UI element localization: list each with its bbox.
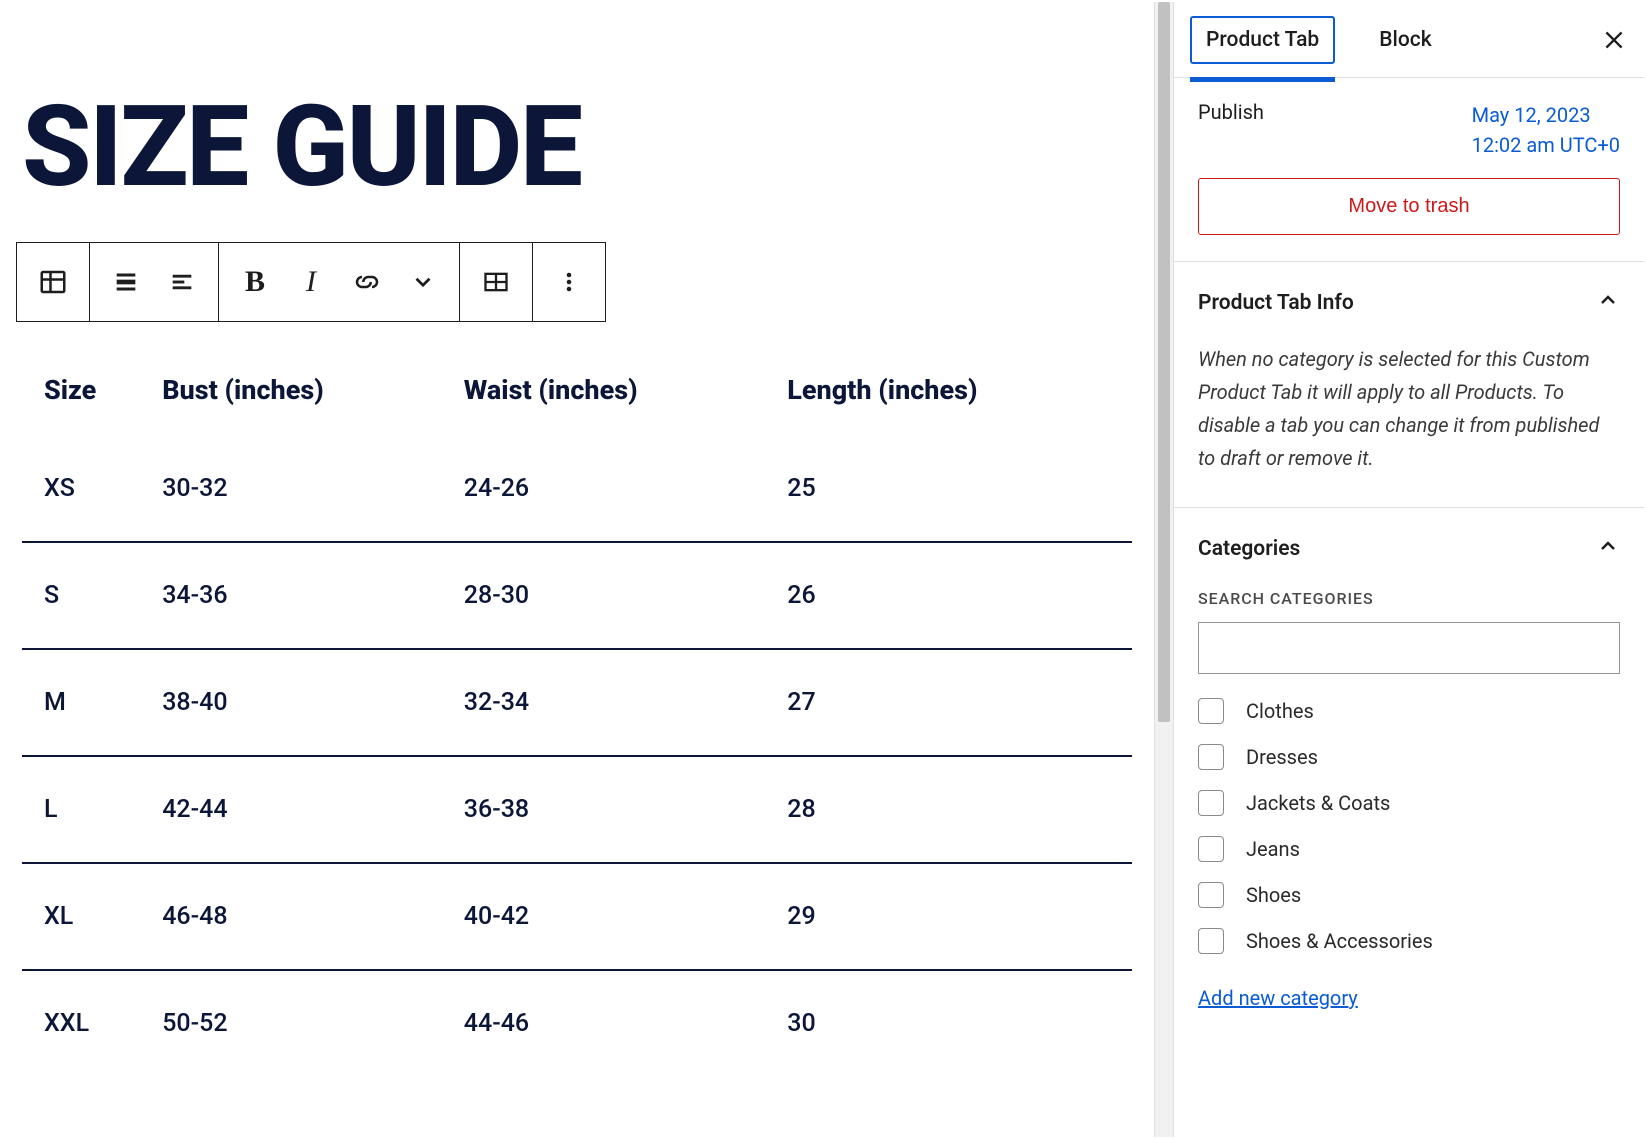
table-cell[interactable]: XS	[22, 436, 154, 542]
publish-date-button[interactable]: May 12, 2023 12:02 am UTC+0	[1472, 100, 1620, 160]
more-rich-text-icon[interactable]	[395, 254, 451, 310]
table-cell[interactable]: L	[22, 756, 154, 863]
category-list[interactable]: Clothes Dresses Jackets & Coats Jeans Shoes S…	[1198, 688, 1620, 964]
publish-date: May 12, 2023	[1472, 103, 1591, 127]
category-item[interactable]: Jackets & Coats	[1198, 780, 1610, 826]
table-cell[interactable]: 25	[779, 436, 1132, 542]
editor-canvas: SIZE GUIDE	[2, 2, 1154, 1137]
editor-scrollbar[interactable]	[1154, 2, 1174, 1137]
publish-label: Publish	[1198, 100, 1264, 124]
table-cell[interactable]: 28	[779, 756, 1132, 863]
categories-panel: Categories SEARCH CATEGORIES Clothes Dres…	[1174, 508, 1644, 1022]
table-cell[interactable]: 50-52	[154, 970, 456, 1076]
sidebar-tabs: Product Tab Block	[1174, 2, 1644, 78]
table-row[interactable]: M38-4032-3427	[22, 649, 1132, 756]
table-row[interactable]: L42-4436-3828	[22, 756, 1132, 863]
category-label: Jackets & Coats	[1246, 791, 1390, 815]
tab-block[interactable]: Block	[1365, 18, 1445, 62]
category-label: Shoes & Accessories	[1246, 929, 1433, 953]
table-cell[interactable]: 38-40	[154, 649, 456, 756]
panel-title-info: Product Tab Info	[1198, 291, 1354, 315]
panel-title-categories: Categories	[1198, 537, 1300, 561]
link-button[interactable]	[339, 254, 395, 310]
table-row[interactable]: XS30-3224-2625	[22, 436, 1132, 542]
options-icon[interactable]	[541, 254, 597, 310]
table-cell[interactable]: XL	[22, 863, 154, 970]
table-cell[interactable]: 36-38	[456, 756, 779, 863]
category-checkbox[interactable]	[1198, 882, 1224, 908]
col-length[interactable]: Length (inches)	[779, 350, 1132, 436]
table-cell[interactable]: 30-32	[154, 436, 456, 542]
category-checkbox[interactable]	[1198, 698, 1224, 724]
panel-toggle-info[interactable]: Product Tab Info	[1198, 262, 1620, 343]
add-new-category-link[interactable]: Add new category	[1198, 986, 1358, 1010]
table-cell[interactable]: 27	[779, 649, 1132, 756]
table-row[interactable]: XL46-4840-4229	[22, 863, 1132, 970]
bold-button[interactable]: B	[227, 254, 283, 310]
table-cell[interactable]: 29	[779, 863, 1132, 970]
table-cell[interactable]: 26	[779, 542, 1132, 649]
table-cell[interactable]: 30	[779, 970, 1132, 1076]
product-tab-info-panel: Product Tab Info When no category is sel…	[1174, 262, 1644, 508]
post-title[interactable]: SIZE GUIDE	[22, 92, 1134, 204]
chevron-up-icon	[1596, 288, 1620, 317]
text-align-icon[interactable]	[154, 254, 210, 310]
category-checkbox[interactable]	[1198, 836, 1224, 862]
category-item[interactable]: Shoes & Accessories	[1198, 918, 1610, 964]
scrollbar-thumb[interactable]	[1158, 2, 1170, 722]
table-cell[interactable]: 46-48	[154, 863, 456, 970]
settings-sidebar: Product Tab Block Publish May 12, 2023 1…	[1174, 2, 1644, 1137]
category-label: Dresses	[1246, 745, 1318, 769]
publish-section: Publish May 12, 2023 12:02 am UTC+0 Move…	[1174, 78, 1644, 262]
table-cell[interactable]: M	[22, 649, 154, 756]
italic-button[interactable]: I	[283, 254, 339, 310]
table-row[interactable]: S34-3628-3026	[22, 542, 1132, 649]
close-sidebar-icon[interactable]	[1592, 18, 1636, 62]
info-description: When no category is selected for this Cu…	[1198, 343, 1620, 507]
col-waist[interactable]: Waist (inches)	[456, 350, 779, 436]
category-label: Clothes	[1246, 699, 1314, 723]
move-to-trash-button[interactable]: Move to trash	[1198, 178, 1620, 235]
category-label: Shoes	[1246, 883, 1301, 907]
category-item[interactable]: Dresses	[1198, 734, 1610, 780]
chevron-up-icon	[1596, 534, 1620, 563]
category-label: Jeans	[1246, 837, 1300, 861]
category-item[interactable]: Shoes	[1198, 872, 1610, 918]
col-bust[interactable]: Bust (inches)	[154, 350, 456, 436]
table-cell[interactable]: 42-44	[154, 756, 456, 863]
table-cell[interactable]: XXL	[22, 970, 154, 1076]
category-item[interactable]: Jeans	[1198, 826, 1610, 872]
align-icon[interactable]	[98, 254, 154, 310]
category-item[interactable]: Clothes	[1198, 688, 1610, 734]
table-cell[interactable]: 28-30	[456, 542, 779, 649]
category-checkbox[interactable]	[1198, 790, 1224, 816]
size-guide-table[interactable]: Size Bust (inches) Waist (inches) Length…	[22, 350, 1132, 1076]
search-categories-input[interactable]	[1198, 622, 1620, 674]
table-header-row: Size Bust (inches) Waist (inches) Length…	[22, 350, 1132, 436]
table-cell[interactable]: 40-42	[456, 863, 779, 970]
edit-table-icon[interactable]	[468, 254, 524, 310]
panel-toggle-categories[interactable]: Categories	[1198, 508, 1620, 589]
search-categories-label: SEARCH CATEGORIES	[1198, 589, 1620, 608]
tab-product-tab[interactable]: Product Tab	[1190, 16, 1335, 64]
publish-time: 12:02 am UTC+0	[1472, 133, 1620, 157]
category-checkbox[interactable]	[1198, 928, 1224, 954]
table-cell[interactable]: 34-36	[154, 542, 456, 649]
category-checkbox[interactable]	[1198, 744, 1224, 770]
block-toolbar: B I	[16, 242, 606, 322]
table-cell[interactable]: 24-26	[456, 436, 779, 542]
table-row[interactable]: XXL50-5244-4630	[22, 970, 1132, 1076]
table-cell[interactable]: 44-46	[456, 970, 779, 1076]
table-cell[interactable]: 32-34	[456, 649, 779, 756]
table-cell[interactable]: S	[22, 542, 154, 649]
col-size[interactable]: Size	[22, 350, 154, 436]
table-block-icon[interactable]	[25, 254, 81, 310]
